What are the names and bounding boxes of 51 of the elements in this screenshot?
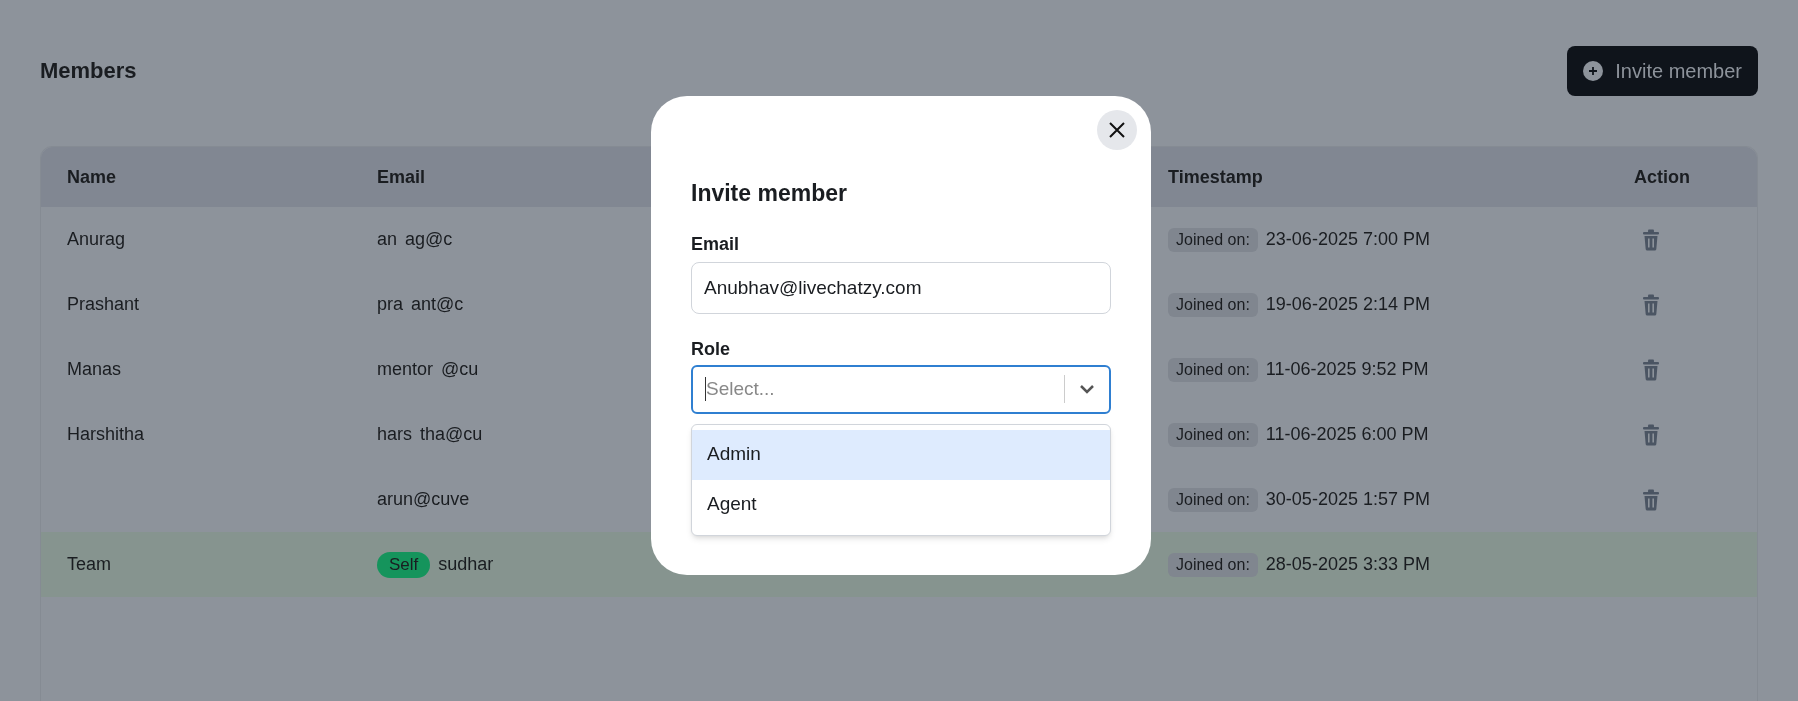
table-cell-text: arun@cuve	[377, 488, 470, 511]
dropdown-option[interactable]: Admin	[692, 429, 1110, 480]
email-field[interactable]: Anubhav@livechatzy.com	[691, 261, 1111, 314]
table-cell-text: @cu	[441, 358, 479, 381]
column-header: Email	[377, 165, 426, 189]
field-label: Role	[691, 337, 730, 361]
joined-label: Joined on:	[1168, 227, 1258, 252]
trash-icon[interactable]	[1642, 488, 1660, 511]
joined-label: Joined on:	[1168, 422, 1258, 447]
role-select[interactable]: Select...	[691, 364, 1111, 414]
table-cell-text: 11-06-2025 6:00 PM	[1265, 423, 1429, 446]
field-label: Email	[691, 232, 740, 256]
column-header: Name	[67, 165, 117, 189]
column-header: Timestamp	[1168, 165, 1263, 189]
table-cell-text: Anurag	[67, 228, 126, 251]
dropdown-option[interactable]: Agent	[692, 479, 1110, 530]
plus-circle-icon	[1583, 61, 1604, 81]
joined-label: Joined on:	[1168, 292, 1258, 317]
trash-icon[interactable]	[1642, 423, 1660, 446]
select-placeholder: Select...	[706, 376, 776, 401]
trash-icon[interactable]	[1642, 293, 1660, 316]
trash-icon[interactable]	[1642, 358, 1660, 381]
close-icon	[1108, 121, 1126, 139]
table-cell-text: pra	[377, 293, 403, 316]
table-cell-text: ag@c	[405, 228, 453, 251]
joined-label: Joined on:	[1168, 357, 1258, 382]
table-cell-text: mentor	[377, 358, 434, 381]
table-cell-text: 28-05-2025 3:33 PM	[1265, 553, 1430, 576]
table-cell-text: 11-06-2025 9:52 PM	[1265, 358, 1429, 381]
joined-label: Joined on:	[1168, 552, 1258, 577]
dialog-title: Invite member	[691, 179, 847, 208]
table-cell-text: 23-06-2025 7:00 PM	[1265, 228, 1430, 251]
trash-icon[interactable]	[1642, 228, 1660, 251]
table-cell-text: Team	[67, 553, 111, 576]
table-cell-text: Prashant	[67, 293, 140, 316]
table-cell-text: sudhar	[438, 553, 494, 576]
chevron-down-icon	[1079, 384, 1095, 394]
table-cell-text: 30-05-2025 1:57 PM	[1265, 488, 1430, 511]
table-cell-text: an	[377, 228, 398, 251]
joined-label: Joined on:	[1168, 487, 1258, 512]
column-header: Action	[1634, 165, 1690, 189]
table-cell-text: Manas	[67, 358, 122, 381]
table-cell-text: tha@cu	[420, 423, 483, 446]
page-title: Members	[40, 57, 137, 85]
invite-member-button[interactable]: Invite member	[1567, 46, 1758, 96]
self-badge: Self	[377, 551, 431, 578]
table-cell-text: Harshitha	[67, 423, 145, 446]
table-cell-text: hars	[377, 423, 412, 446]
table-cell-text: 19-06-2025 2:14 PM	[1265, 293, 1430, 316]
table-cell-text: ant@c	[411, 293, 464, 316]
close-button[interactable]	[1097, 110, 1137, 150]
